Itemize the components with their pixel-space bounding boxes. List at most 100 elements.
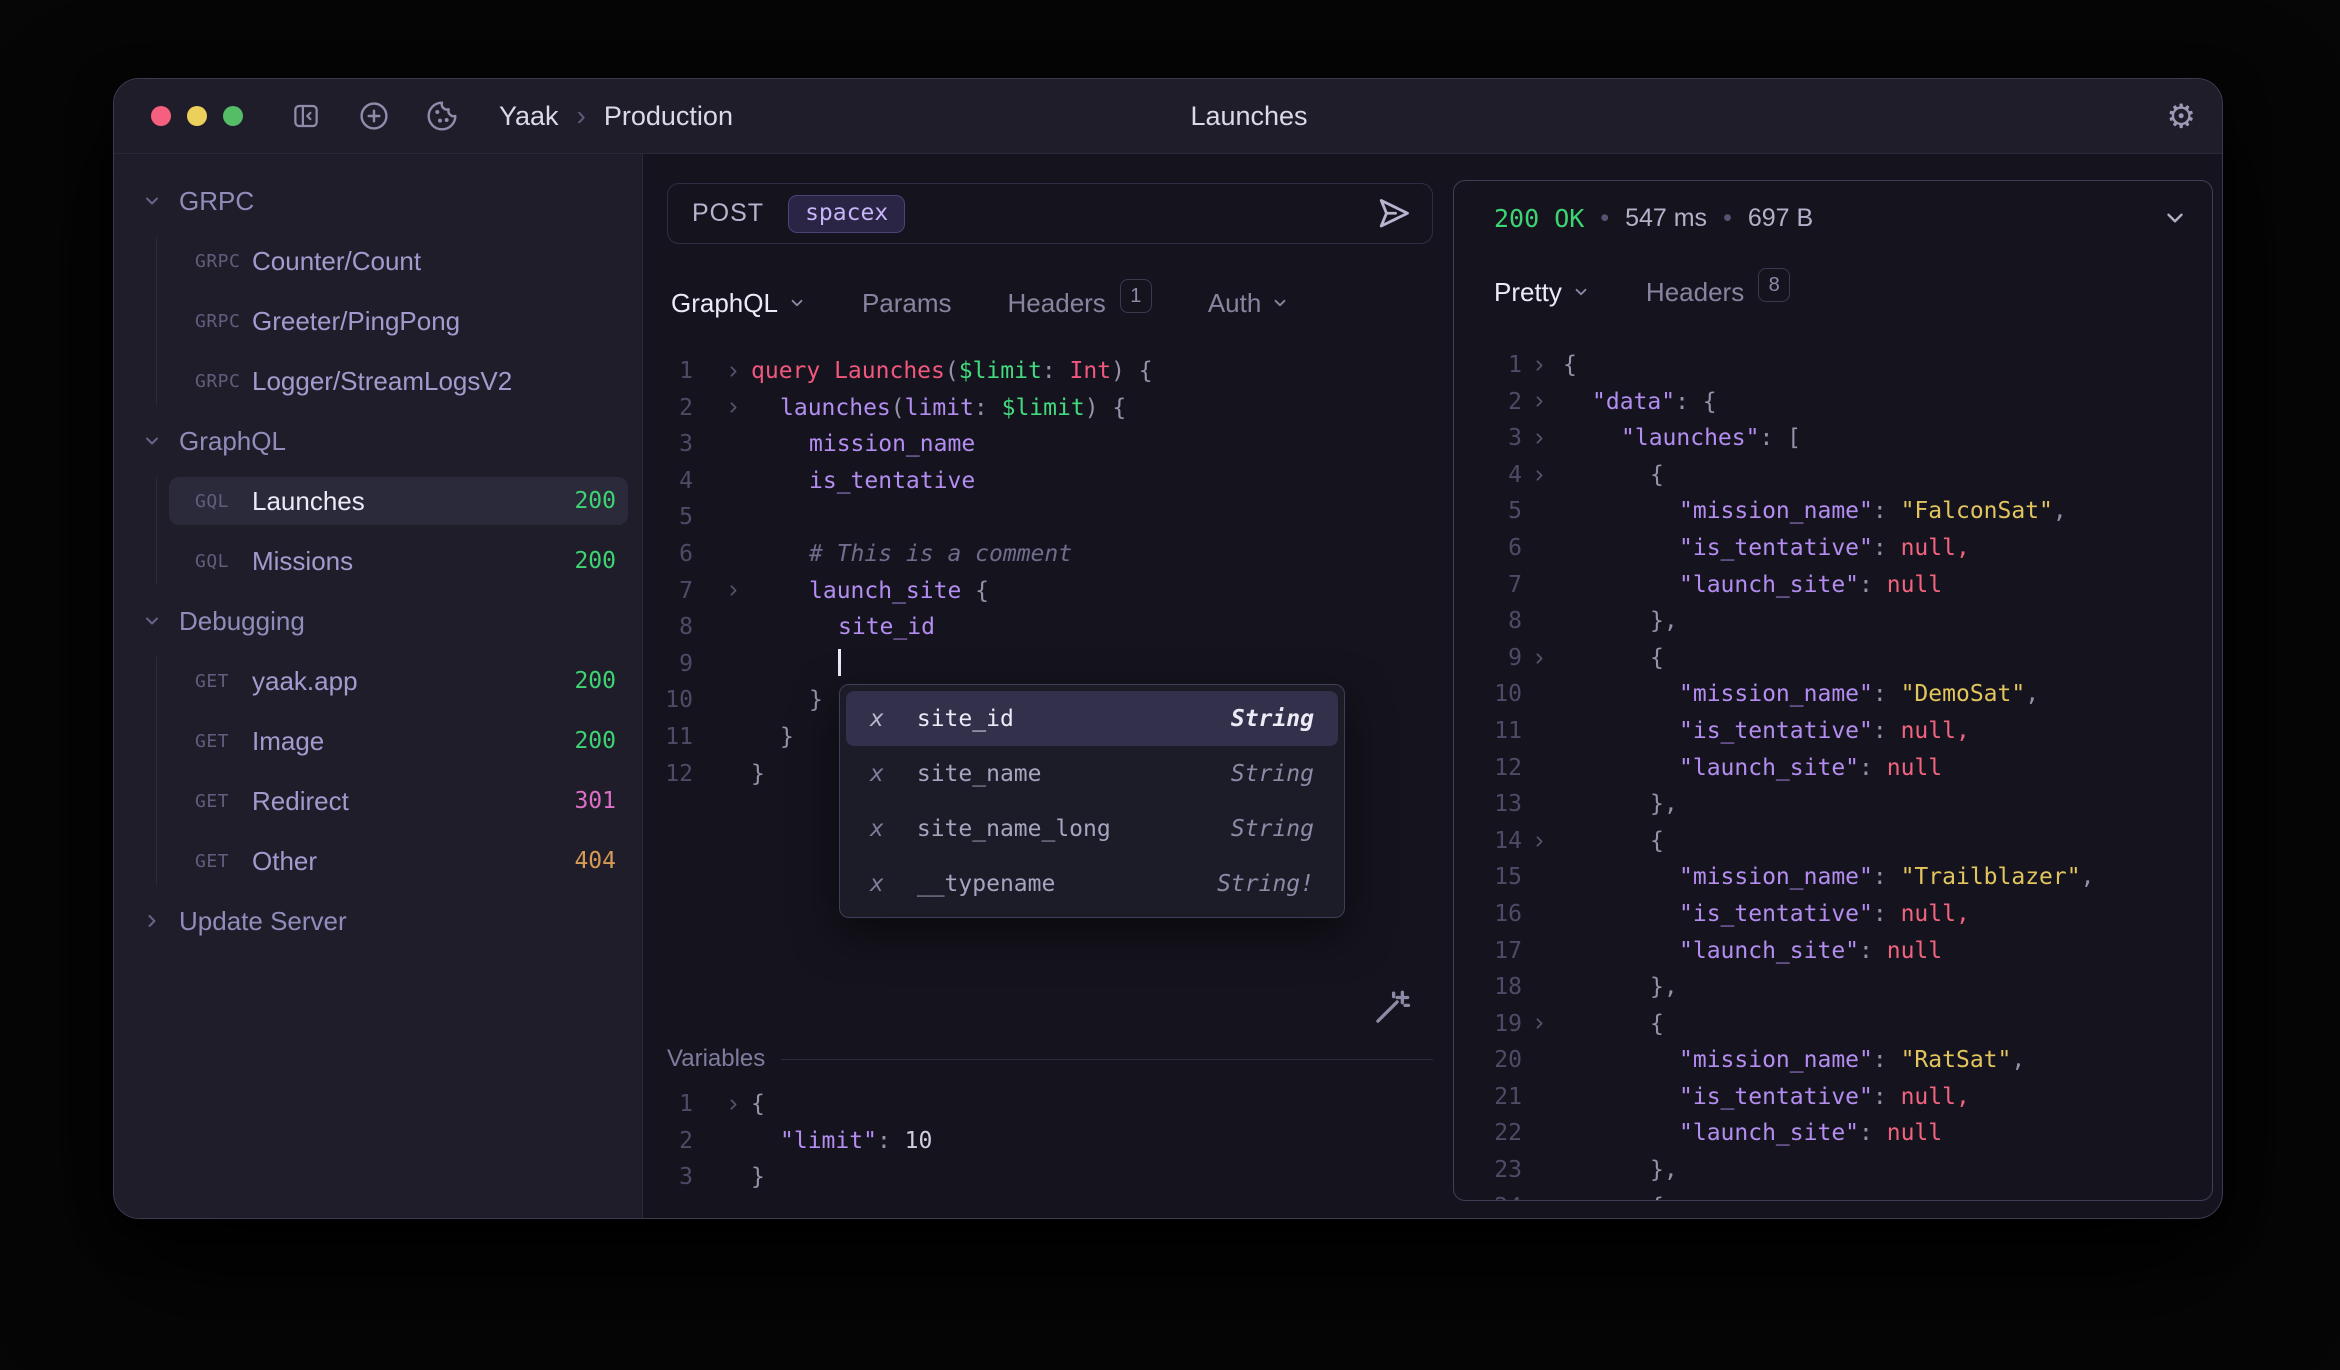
fold-chevron-icon[interactable] (1531, 640, 1548, 677)
request-name: Image (252, 726, 574, 757)
page-title: Launches (1190, 101, 1307, 132)
section-label: Debugging (179, 606, 305, 637)
line-number: 10 (643, 682, 693, 719)
chevron-down-icon[interactable] (2162, 205, 2188, 231)
sidebar-section-graphql[interactable]: GraphQL (114, 417, 642, 465)
variables-editor[interactable]: 1{2"limit": 103} (643, 1086, 1453, 1196)
code-line: 12"launch_site": null (1454, 750, 2212, 787)
fold-chevron-icon[interactable] (1531, 823, 1548, 860)
app-window: Yaak › Production Launches ⚙ GRPCGRPCCou… (113, 78, 2223, 1219)
autocomplete-item-site-name[interactable]: xsite_nameString (846, 746, 1338, 801)
code-line: 8site_id (643, 609, 1453, 646)
titlebar: Yaak › Production Launches ⚙ (114, 79, 2222, 154)
tab-badge: 8 (1758, 268, 1790, 302)
sidebar: GRPCGRPCCounter/CountGRPCGreeter/PingPon… (114, 154, 643, 1218)
line-number: 10 (1454, 676, 1522, 713)
status-code: 200 (574, 548, 616, 574)
gear-icon[interactable]: ⚙ (2166, 100, 2196, 133)
response-tab-headers[interactable]: Headers8 (1646, 275, 1790, 309)
url-variable-pill[interactable]: spacex (788, 195, 905, 233)
sidebar-item-image[interactable]: GETImage200 (169, 717, 628, 765)
code-line: 17"launch_site": null (1454, 933, 2212, 970)
code-line: 14{ (1454, 823, 2212, 860)
sidebar-item-redirect[interactable]: GETRedirect301 (169, 777, 628, 825)
line-number: 21 (1454, 1079, 1522, 1116)
sidebar-item-other[interactable]: GETOther404 (169, 837, 628, 885)
response-tab-pretty[interactable]: Pretty (1494, 277, 1590, 308)
titlebar-actions (289, 99, 459, 133)
code-line: 15"mission_name": "Trailblazer", (1454, 859, 2212, 896)
dot-separator: • (1723, 204, 1732, 233)
completion-type: String (1231, 706, 1314, 732)
code-line: 24{ (1454, 1189, 2212, 1201)
request-tab-graphql[interactable]: GraphQL (671, 288, 806, 319)
section-label: GRPC (179, 186, 254, 217)
magic-wand-icon[interactable] (1370, 987, 1412, 1032)
completion-name: site_name_long (917, 816, 1111, 842)
response-body-viewer[interactable]: 1{2"data": {3"launches": [4{5"mission_na… (1454, 347, 2212, 1201)
sidebar-item-yaak-app[interactable]: GETyaak.app200 (169, 657, 628, 705)
sidebar-section-debugging[interactable]: Debugging (114, 597, 642, 645)
request-tab-params[interactable]: Params (862, 288, 952, 319)
line-number: 5 (1454, 493, 1522, 530)
fold-chevron-icon[interactable] (1531, 420, 1548, 457)
fold-chevron-icon[interactable] (725, 573, 742, 610)
line-number: 20 (1454, 1042, 1522, 1079)
autocomplete-item-site-name-long[interactable]: xsite_name_longString (846, 801, 1338, 856)
line-number: 3 (643, 426, 693, 463)
request-tab-auth[interactable]: Auth (1208, 288, 1290, 319)
sidebar-item-counter-count[interactable]: GRPCCounter/Count (169, 237, 628, 285)
variables-header: Variables (667, 1041, 1433, 1077)
sidebar-item-greeter-pingpong[interactable]: GRPCGreeter/PingPong (169, 297, 628, 345)
fold-chevron-icon[interactable] (1531, 384, 1548, 421)
tab-badge: 1 (1120, 279, 1152, 313)
fold-chevron-icon[interactable] (1531, 457, 1548, 494)
chevron-down-icon (788, 294, 806, 312)
cookie-icon[interactable] (425, 99, 459, 133)
method-tag: GRPC (195, 251, 252, 272)
line-number: 6 (1454, 530, 1522, 567)
zoom-window-button[interactable] (223, 106, 243, 126)
window-body: GRPCGRPCCounter/CountGRPCGreeter/PingPon… (114, 154, 2222, 1218)
method-tag: GRPC (195, 371, 252, 392)
fold-chevron-icon[interactable] (725, 1086, 742, 1123)
autocomplete-item-typename[interactable]: x __typename String! (846, 856, 1338, 911)
line-number: 1 (643, 1086, 693, 1123)
completion-type: String! (1217, 871, 1314, 897)
autocomplete-item-site-id[interactable]: xsite_idString (846, 691, 1338, 746)
field-glyph-icon: x (870, 761, 884, 787)
request-name: Other (252, 846, 574, 877)
sidebar-toggle-icon[interactable] (289, 99, 323, 133)
fold-chevron-icon[interactable] (1531, 1189, 1548, 1201)
fold-chevron-icon[interactable] (1531, 1006, 1548, 1043)
new-request-icon[interactable] (357, 99, 391, 133)
line-number: 2 (1454, 384, 1522, 421)
field-glyph-icon: x (870, 871, 884, 897)
code-line: 18}, (1454, 969, 2212, 1006)
sidebar-section-update-server[interactable]: Update Server (114, 897, 642, 945)
sidebar-section-grpc[interactable]: GRPC (114, 177, 642, 225)
line-number: 8 (1454, 603, 1522, 640)
fold-chevron-icon[interactable] (1531, 347, 1548, 384)
completion-name: __typename (917, 871, 1055, 897)
request-name: yaak.app (252, 666, 574, 697)
line-number: 14 (1454, 823, 1522, 860)
code-line: 2"data": { (1454, 384, 2212, 421)
minimize-window-button[interactable] (187, 106, 207, 126)
fold-chevron-icon[interactable] (725, 353, 742, 390)
breadcrumb-app[interactable]: Yaak (499, 101, 559, 132)
code-line: 5 (643, 499, 1453, 536)
breadcrumb-workspace[interactable]: Production (604, 101, 733, 132)
url-bar[interactable]: POST spacex (667, 183, 1433, 244)
request-tab-headers[interactable]: Headers1 (1008, 286, 1152, 320)
close-window-button[interactable] (151, 106, 171, 126)
sidebar-item-logger-streamlogsv2[interactable]: GRPCLogger/StreamLogsV2 (169, 357, 628, 405)
send-request-button[interactable] (1376, 196, 1412, 232)
sidebar-item-missions[interactable]: GQLMissions200 (169, 537, 628, 585)
divider (781, 1059, 1433, 1060)
code-line: 4is_tentative (643, 463, 1453, 500)
fold-chevron-icon[interactable] (725, 390, 742, 427)
line-number: 24 (1454, 1189, 1522, 1201)
completion-type: String (1231, 761, 1314, 787)
sidebar-item-launches[interactable]: GQLLaunches200 (169, 477, 628, 525)
